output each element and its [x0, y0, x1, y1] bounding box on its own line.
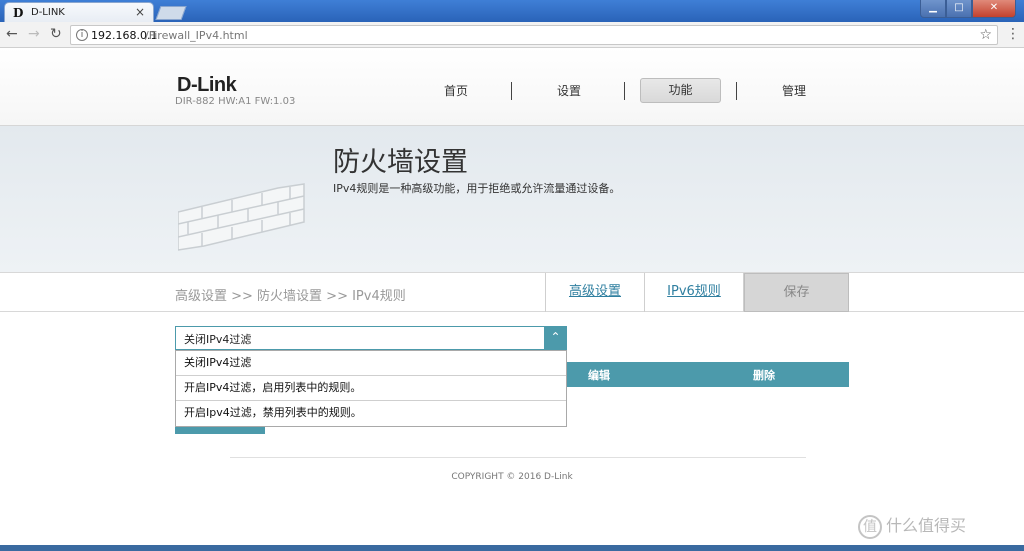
- reload-icon[interactable]: ↻: [50, 26, 62, 42]
- close-window-button[interactable]: ✕: [972, 0, 1016, 18]
- browser-toolbar: ← → ↻ i 192.168.0.1 /Firewall_IPv4.html …: [0, 22, 1024, 48]
- forward-arrow-icon[interactable]: →: [28, 26, 40, 42]
- url-path: /Firewall_IPv4.html: [145, 29, 248, 42]
- select-value: 关闭IPv4过滤: [184, 333, 252, 346]
- option-enable-allow-list[interactable]: 开启IPv4过滤，启用列表中的规则。: [176, 376, 566, 401]
- model-info: DIR-882 HW:A1 FW:1.03: [175, 96, 296, 107]
- copyright: COPYRIGHT © 2016 D-Link: [451, 472, 573, 482]
- page-description: IPv4规则是一种高级功能，用于拒绝或允许流量通过设备。: [333, 182, 621, 195]
- browser-tab-bar: D D-LINK × ▁ □ ✕: [0, 0, 1024, 22]
- breadcrumb: 高级设置 >> 防火墙设置 >> IPv4规则: [175, 289, 406, 304]
- page-banner: 防火墙设置 IPv4规则是一种高级功能，用于拒绝或允许流量通过设备。: [0, 126, 1024, 272]
- nav-features[interactable]: 功能: [640, 78, 721, 103]
- minimize-button[interactable]: ▁: [920, 0, 946, 18]
- option-disable-filter[interactable]: 关闭IPv4过滤: [176, 351, 566, 376]
- nav-divider: [736, 82, 737, 100]
- watermark-text: 什么值得买: [886, 516, 967, 535]
- browser-menu-icon[interactable]: ⋮: [1006, 26, 1020, 42]
- nav-settings[interactable]: 设置: [529, 82, 609, 99]
- watermark-logo-icon: 值: [858, 514, 882, 539]
- bookmark-star-icon[interactable]: ☆: [979, 27, 992, 43]
- page-title: 防火墙设置: [333, 147, 468, 178]
- advanced-settings-link[interactable]: 高级设置: [545, 273, 644, 312]
- tab-title: D-LINK: [31, 7, 65, 18]
- back-arrow-icon[interactable]: ←: [6, 26, 18, 42]
- nav-management[interactable]: 管理: [754, 82, 834, 99]
- option-enable-deny-list[interactable]: 开启Ipv4过滤，禁用列表中的规则。: [176, 401, 566, 426]
- footer-divider: [230, 457, 806, 458]
- nav-divider: [624, 82, 625, 100]
- ipv4-filter-select[interactable]: 关闭IPv4过滤 ⌃: [175, 326, 567, 350]
- save-button[interactable]: 保存: [744, 273, 849, 312]
- brick-wall-icon: [178, 183, 305, 251]
- address-bar[interactable]: i 192.168.0.1 /Firewall_IPv4.html ☆: [70, 25, 998, 45]
- column-delete: 删除: [753, 369, 775, 382]
- browser-tab[interactable]: D D-LINK ×: [4, 2, 154, 22]
- info-icon[interactable]: i: [76, 29, 88, 41]
- column-edit: 编辑: [588, 369, 610, 382]
- dlink-favicon-icon: D: [13, 6, 24, 20]
- ipv6-rules-link[interactable]: IPv6规则: [644, 273, 744, 312]
- router-header: D-Link DIR-882 HW:A1 FW:1.03 首页 设置 功能 管理: [0, 48, 1024, 126]
- tab-close-icon[interactable]: ×: [135, 5, 145, 19]
- chevron-up-icon[interactable]: ⌃: [544, 326, 567, 350]
- watermark: 值什么值得买: [858, 512, 966, 539]
- breadcrumb-row: 高级设置 >> 防火墙设置 >> IPv4规则 高级设置 IPv6规则 保存: [0, 272, 1024, 312]
- nav-divider: [511, 82, 512, 100]
- nav-home[interactable]: 首页: [416, 82, 496, 99]
- new-tab-button[interactable]: [155, 6, 187, 20]
- maximize-button[interactable]: □: [946, 0, 972, 18]
- os-taskbar: [0, 545, 1024, 551]
- dropdown-options: 关闭IPv4过滤 开启IPv4过滤，启用列表中的规则。 开启Ipv4过滤，禁用列…: [175, 350, 567, 427]
- dlink-logo: D-Link: [177, 74, 237, 96]
